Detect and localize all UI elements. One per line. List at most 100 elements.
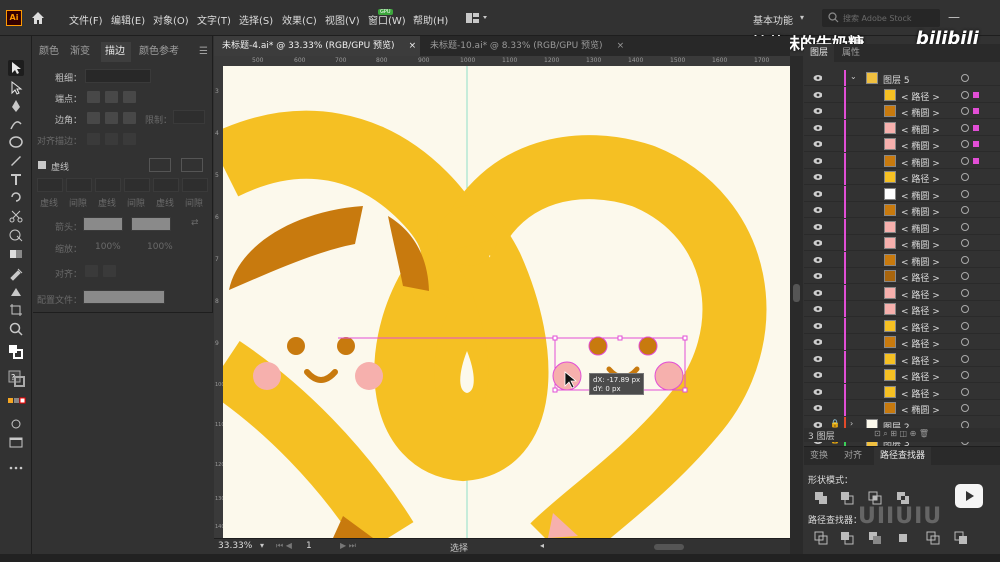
layer-name[interactable]: < 椭圆 > bbox=[901, 123, 940, 136]
visibility-eye-icon[interactable] bbox=[813, 223, 822, 230]
noodle-bottom-left[interactable] bbox=[223, 341, 414, 538]
target-circle-icon[interactable] bbox=[961, 189, 969, 198]
visibility-eye-icon[interactable] bbox=[813, 91, 822, 98]
panel-menu-icon[interactable]: ☰ bbox=[199, 42, 211, 62]
target-circle-icon[interactable] bbox=[961, 321, 969, 330]
layer-name[interactable]: < 路径 > bbox=[901, 370, 940, 383]
target-circle-icon[interactable] bbox=[961, 272, 969, 280]
target-circle-icon[interactable] bbox=[961, 387, 969, 396]
layer-name[interactable]: < 椭圆 > bbox=[901, 189, 940, 202]
target-circle-icon[interactable] bbox=[961, 354, 969, 363]
shape-builder-tool-icon[interactable] bbox=[8, 227, 24, 243]
noodle-heart-artwork[interactable] bbox=[223, 66, 790, 538]
target-circle-icon[interactable] bbox=[961, 371, 969, 379]
target-circle-icon[interactable] bbox=[961, 156, 969, 165]
draw-mode-icon[interactable] bbox=[8, 416, 24, 432]
visibility-eye-icon[interactable] bbox=[813, 124, 822, 131]
gradient-tool-icon[interactable] bbox=[8, 246, 24, 262]
target-circle-icon[interactable] bbox=[961, 140, 969, 148]
home-icon[interactable] bbox=[31, 11, 45, 25]
curvature-tool-icon[interactable] bbox=[8, 116, 24, 132]
round-join-button[interactable] bbox=[105, 112, 118, 124]
more-tools-icon[interactable] bbox=[8, 460, 24, 476]
target-circle-icon[interactable] bbox=[961, 305, 969, 313]
target-circle-icon[interactable] bbox=[961, 255, 969, 264]
visibility-eye-icon[interactable] bbox=[813, 256, 822, 263]
arrow-end-button[interactable] bbox=[103, 265, 116, 277]
layer-name[interactable]: 图层 5 bbox=[883, 73, 910, 86]
layer-name[interactable]: < 路径 > bbox=[901, 288, 940, 301]
selection-indicator[interactable] bbox=[973, 108, 979, 114]
menu-view[interactable]: 视图(V) bbox=[325, 12, 360, 27]
layer-name[interactable]: < 椭圆 > bbox=[901, 403, 940, 416]
bevel-join-button[interactable] bbox=[123, 112, 136, 124]
layer-sublayer-row[interactable]: < 椭圆 > bbox=[804, 119, 1000, 136]
layer-sublayer-row[interactable]: < 路径 > bbox=[804, 268, 1000, 284]
butt-cap-button[interactable] bbox=[87, 91, 100, 103]
menu-type[interactable]: 文字(T) bbox=[197, 12, 231, 27]
target-circle-icon[interactable] bbox=[961, 206, 969, 214]
selection-handle[interactable] bbox=[617, 335, 623, 341]
round-cap-button[interactable] bbox=[105, 91, 118, 103]
dash-align-button[interactable] bbox=[181, 158, 203, 172]
layer-sublayer-row[interactable]: < 椭圆 > bbox=[804, 136, 1000, 152]
layer-name[interactable]: < 椭圆 > bbox=[901, 238, 940, 251]
status-arrow-icon[interactable]: ◂ bbox=[540, 541, 544, 550]
horizontal-scrollbar[interactable] bbox=[654, 544, 684, 550]
visibility-eye-icon[interactable] bbox=[813, 421, 822, 428]
layer-name[interactable]: < 路径 > bbox=[901, 354, 940, 367]
layer-sublayer-row[interactable]: < 路径 > bbox=[804, 284, 1000, 301]
trim-button[interactable] bbox=[840, 531, 854, 545]
left-eye[interactable] bbox=[287, 337, 305, 355]
chevron-down-icon[interactable]: ▾ bbox=[800, 13, 804, 22]
left-cheek[interactable] bbox=[253, 362, 281, 390]
layer-name[interactable]: < 路径 > bbox=[901, 90, 940, 103]
outline-button[interactable] bbox=[926, 531, 940, 545]
gap-1-input[interactable] bbox=[66, 178, 92, 192]
color-mode-icon[interactable] bbox=[8, 396, 26, 412]
selection-handle[interactable] bbox=[682, 387, 688, 393]
lock-icon[interactable]: 🔒 bbox=[830, 419, 840, 428]
layer-footer-icons[interactable]: ⊡ ⌕ ⊞ ◫ ⊕ 🗑 bbox=[874, 429, 929, 439]
selection-tool-icon[interactable] bbox=[8, 60, 24, 76]
merge-button[interactable] bbox=[868, 531, 882, 545]
visibility-eye-icon[interactable] bbox=[813, 388, 822, 395]
layer-name[interactable]: < 路径 > bbox=[901, 271, 940, 284]
end-arrowhead-select[interactable] bbox=[131, 217, 171, 231]
layer-sublayer-row[interactable]: < 椭圆 > bbox=[804, 400, 1000, 416]
hair-left[interactable] bbox=[229, 206, 363, 290]
menu-effect[interactable]: 效果(C) bbox=[282, 12, 317, 27]
tab-pathfinder[interactable]: 路径查找器 bbox=[874, 447, 932, 465]
profile-select[interactable] bbox=[83, 290, 165, 304]
ellipse-tool-icon[interactable] bbox=[8, 134, 24, 150]
visibility-eye-icon[interactable] bbox=[813, 206, 822, 213]
layer-sublayer-row[interactable]: < 椭圆 > bbox=[804, 218, 1000, 235]
layer-sublayer-row[interactable]: < 椭圆 > bbox=[804, 202, 1000, 218]
menu-object[interactable]: 对象(O) bbox=[153, 12, 189, 27]
target-circle-icon[interactable] bbox=[961, 404, 969, 412]
chevron-down-icon[interactable]: ▾ bbox=[260, 541, 264, 550]
unite-button[interactable] bbox=[814, 491, 828, 505]
menu-select[interactable]: 选择(S) bbox=[239, 12, 273, 27]
dash-2-input[interactable] bbox=[95, 178, 121, 192]
exclude-button[interactable] bbox=[896, 491, 910, 505]
expand-chevron-icon[interactable]: › bbox=[850, 419, 853, 428]
layer-sublayer-row[interactable]: < 椭圆 > bbox=[804, 185, 1000, 202]
tab-document-10[interactable]: 未标题-10.ai* @ 8.33% (RGB/GPU 预览) × bbox=[422, 36, 632, 56]
layer-sublayer-row[interactable]: < 路径 > bbox=[804, 334, 1000, 350]
scale-end-value[interactable]: 100% bbox=[147, 242, 173, 252]
layer-name[interactable]: < 路径 > bbox=[901, 304, 940, 317]
tab-transform[interactable]: 变换 bbox=[804, 447, 834, 465]
swap-arrowheads-icon[interactable]: ⇄ bbox=[191, 218, 199, 228]
first-artboard-icon[interactable]: ⏮ ◀ bbox=[276, 541, 292, 551]
start-arrowhead-select[interactable] bbox=[83, 217, 123, 231]
visibility-eye-icon[interactable] bbox=[813, 107, 822, 114]
close-icon[interactable]: × bbox=[617, 41, 625, 51]
layer-name[interactable]: < 路径 > bbox=[901, 387, 940, 400]
minimize-icon[interactable]: — bbox=[948, 10, 960, 24]
layer-sublayer-row[interactable]: < 椭圆 > bbox=[804, 251, 1000, 268]
align-center-button[interactable] bbox=[87, 133, 100, 145]
arrow-tip-button[interactable] bbox=[85, 265, 98, 277]
target-circle-icon[interactable] bbox=[961, 107, 969, 115]
fill-color-swatch-icon[interactable]: ? bbox=[8, 370, 25, 387]
